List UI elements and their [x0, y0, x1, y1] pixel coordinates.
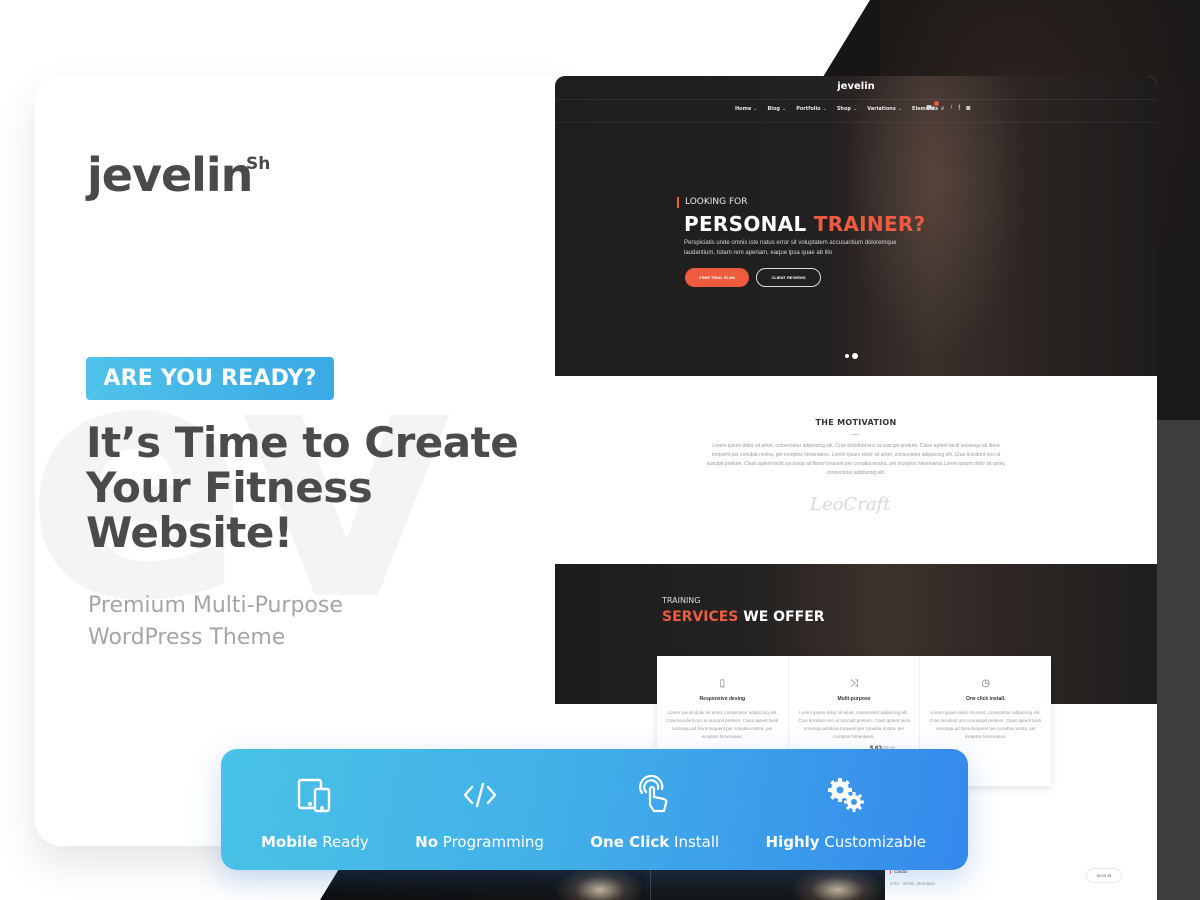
client-reviews-button[interactable]: CLIENT REVIEWS: [756, 268, 821, 287]
service-name: One click install.: [965, 696, 1006, 702]
search-icon[interactable]: ⌕: [941, 105, 945, 113]
headline-line: It’s Time to Create: [86, 418, 519, 467]
brand-logo-suffix: Sh: [246, 154, 271, 174]
nav-label: Portfolio: [796, 106, 821, 112]
feature-mobile-ready: Mobile Ready: [261, 749, 369, 870]
hero-title-accent: TRAINER?: [813, 212, 926, 236]
headline-line: Website!: [86, 508, 293, 557]
service-name: Multi-purpose: [837, 696, 871, 702]
feature-label-bold: One Click: [590, 833, 670, 851]
slider-dots: [845, 353, 858, 359]
class-schedule-row: Cardio 8:00 - 09:00, Mondays SIGN IN: [885, 866, 1157, 900]
chevron-down-icon: ⌄: [753, 106, 758, 112]
nav-label: Variations: [867, 106, 896, 112]
sign-in-button[interactable]: SIGN IN: [1086, 868, 1122, 883]
chevron-down-icon: ⌄: [897, 106, 903, 112]
trainer-photo: [555, 866, 645, 900]
mockup-topbar: jevelin: [555, 76, 1157, 100]
services-title-main: WE OFFER: [743, 609, 825, 625]
headline-line: Your Fitness: [86, 463, 373, 512]
slider-dot-active[interactable]: [852, 353, 858, 359]
code-icon: [460, 775, 500, 815]
service-name: Responsive desing: [699, 696, 746, 702]
subheadline-line: WordPress Theme: [88, 625, 286, 650]
hero-pretitle: LOOKING FOR: [677, 197, 748, 208]
nav-item-portfolio[interactable]: Portfolio ⌄: [796, 106, 827, 112]
hero-text: Perspiciatis unde omnis iste natus error…: [684, 240, 897, 256]
hero-title-main: PERSONAL: [684, 212, 807, 236]
gears-icon: [826, 775, 866, 815]
chevron-down-icon: ⌄: [822, 106, 827, 112]
nav-label: Shop: [836, 106, 852, 112]
class-time: 8:00 - 09:00, Mondays: [890, 881, 935, 886]
class-photos: [555, 866, 885, 900]
left-info-card: ev jevelin Sh ARE YOU READY? It’s Time t…: [35, 76, 575, 846]
services-pretitle: TRAINING: [662, 596, 701, 605]
feature-label-rest: Customizable: [824, 833, 926, 851]
photo-divider: [650, 866, 651, 900]
slider-dot[interactable]: [845, 354, 849, 358]
nav-label: Home: [735, 106, 752, 112]
trainer-photo: [790, 866, 885, 900]
ready-badge: ARE YOU READY?: [86, 357, 334, 400]
brand-logo: jevelin: [87, 148, 253, 202]
feature-label-bold: Highly: [765, 833, 820, 851]
headline: It’s Time to Create Your Fitness Website…: [86, 420, 556, 555]
feature-label-rest: Programming: [442, 833, 544, 851]
facebook-icon[interactable]: f: [958, 105, 960, 112]
background-blurred-panel: [1155, 420, 1200, 900]
service-desc: Lorem ipsum dolor sit amet, consectetur …: [929, 710, 1042, 739]
feature-highly-customizable: Highly Customizable: [766, 749, 926, 870]
nav-divider: [555, 122, 1157, 123]
feature-label: Mobile Ready: [261, 833, 369, 851]
feature-bar: Mobile Ready No Programming One Click In…: [221, 749, 968, 870]
nav-item-home[interactable]: Home ⌄: [735, 106, 757, 112]
motivation-title: THE MOTIVATION: [815, 418, 897, 427]
nav-item-shop[interactable]: Shop ⌄: [837, 106, 857, 112]
nav-item-blog[interactable]: Blog ⌄: [767, 106, 786, 112]
twitter-icon[interactable]: ᵗ: [951, 105, 953, 112]
feature-one-click-install: One Click Install: [590, 749, 719, 870]
free-trial-button[interactable]: FREE TRIAL PLAN: [685, 268, 749, 287]
chevron-down-icon: ⌄: [781, 106, 787, 112]
feature-label: Highly Customizable: [766, 833, 926, 851]
nav-item-variations[interactable]: Variations ⌄: [867, 106, 902, 112]
nav-label: Blog: [767, 106, 780, 112]
subheadline-line: Premium Multi-Purpose: [88, 593, 343, 618]
hero-title: PERSONAL TRAINER?: [684, 212, 926, 236]
feature-label-bold: No: [415, 833, 439, 851]
services-title-accent: SERVICES: [662, 609, 739, 625]
feature-label-rest: Install: [674, 833, 720, 851]
instagram-icon[interactable]: ◙: [966, 105, 970, 112]
feature-label: One Click Install: [590, 833, 719, 851]
cart-count-badge: [933, 101, 939, 106]
services-title: SERVICES WE OFFER: [662, 609, 825, 625]
service-desc: Lorem ipsum dolor sit amet, consectetur …: [798, 710, 910, 739]
signature: LeoCraft: [810, 494, 891, 515]
stopwatch-icon: ◷: [981, 678, 991, 689]
feature-label-bold: Mobile: [261, 833, 318, 851]
promo-banner: ev jevelin Sh ARE YOU READY? It’s Time t…: [0, 0, 1200, 900]
devices-icon: [295, 775, 335, 815]
motivation-divider: [851, 434, 859, 435]
feature-no-programming: No Programming: [415, 749, 544, 870]
hero-section: jevelin Home ⌄ Blog ⌄ Portfolio ⌄ Shop ⌄ Var…: [555, 76, 1157, 376]
chevron-down-icon: ⌄: [853, 106, 858, 112]
mobile-icon: ▯: [719, 678, 726, 689]
mockup-logo[interactable]: jevelin: [555, 81, 1157, 92]
cart-icon[interactable]: ⛟: [926, 101, 939, 113]
motivation-section: THE MOTIVATION Lorem ipsum dolor sit ame…: [555, 376, 1157, 564]
feature-label: No Programming: [415, 833, 544, 851]
subheadline: Premium Multi-Purpose WordPress Theme: [88, 590, 343, 654]
motivation-text: Lorem ipsum dolor sit amet, consectetur …: [706, 443, 1006, 476]
feature-label-rest: Ready: [322, 833, 369, 851]
service-desc: Lorem ipsum dolor sit amet, consectetur …: [666, 710, 779, 739]
nav-icons: ⛟ ⌕ ᵗ f ◙: [926, 101, 970, 113]
tap-icon: [635, 775, 675, 815]
shuffle-icon: ⤨: [850, 678, 858, 689]
mockup-nav: Home ⌄ Blog ⌄ Portfolio ⌄ Shop ⌄ Variations ⌄…: [735, 106, 944, 112]
